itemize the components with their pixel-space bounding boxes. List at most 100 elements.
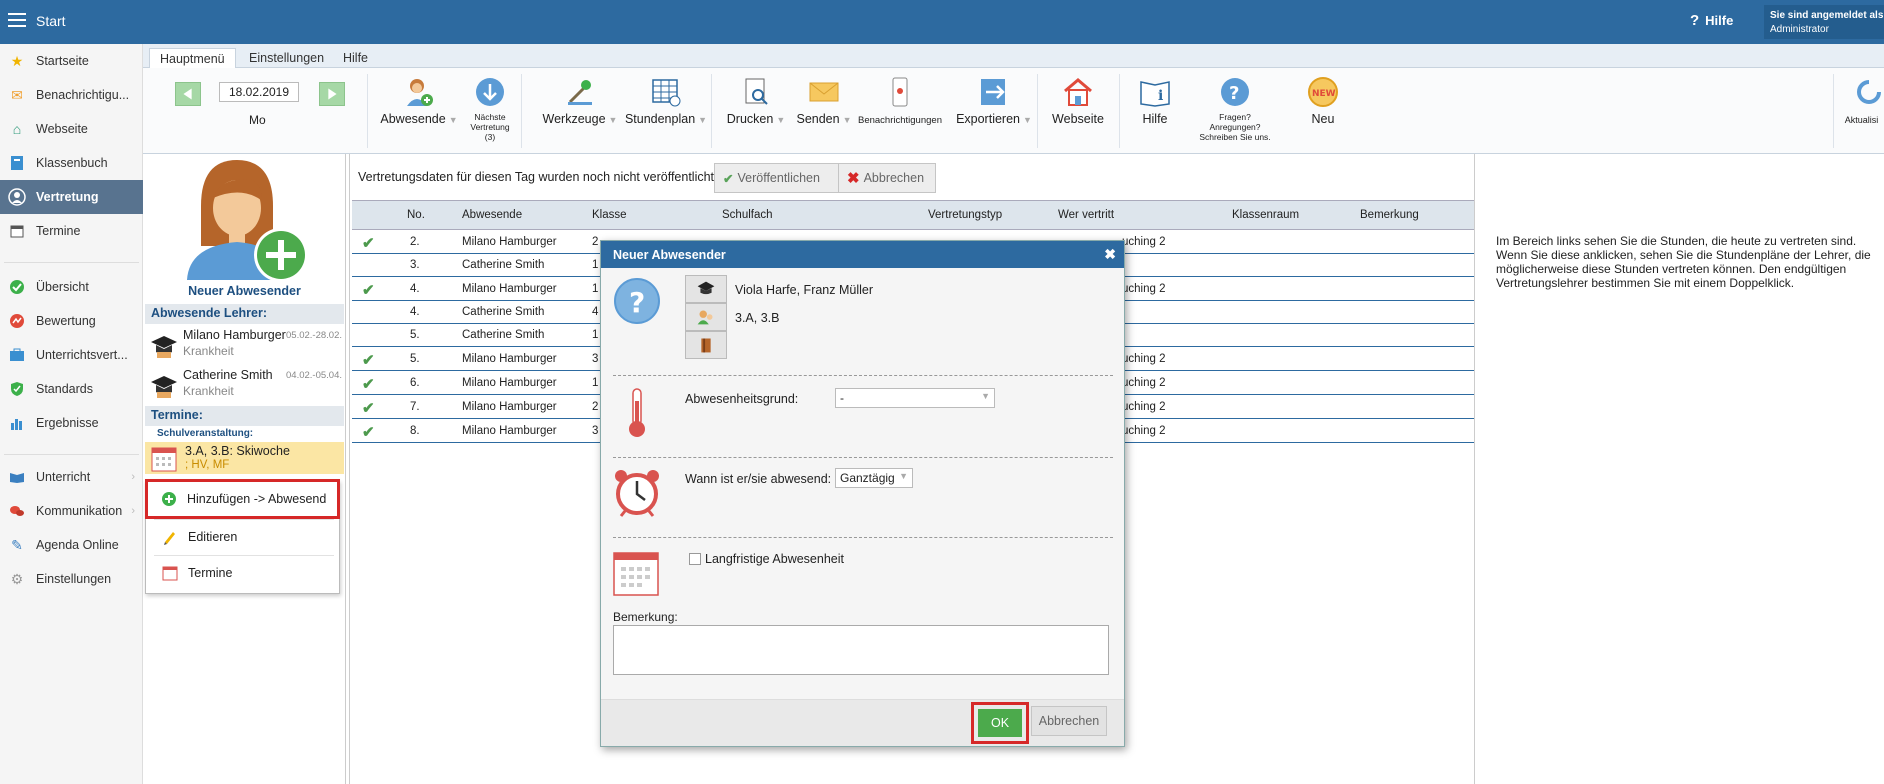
- table-cell-klasse: 3: [592, 425, 599, 437]
- column-header[interactable]: Klassenraum: [1232, 209, 1299, 221]
- export-button[interactable]: Exportieren ▼: [949, 76, 1039, 126]
- check-circle-icon: [8, 278, 26, 296]
- next-day-button[interactable]: [319, 82, 345, 106]
- sidebar-item-unterrichtsverteilung[interactable]: Unterrichtsvert...: [0, 338, 143, 372]
- sidebar-item-agenda-online[interactable]: ✎ Agenda Online: [0, 528, 143, 562]
- teacher-name: Catherine Smith: [183, 368, 273, 382]
- next-substitution-button[interactable]: Nächste Vertretung (3): [465, 76, 515, 142]
- svg-text:i: i: [1158, 88, 1163, 104]
- table-cell-klasse: 2: [592, 236, 599, 248]
- sidebar-item-kommunikation[interactable]: Kommunikation ›: [0, 494, 143, 528]
- sidebar-item-klassenbuch[interactable]: Klassenbuch: [0, 146, 143, 180]
- publish-button-label: Veröffentlichen: [737, 171, 820, 185]
- mobile-phone-icon: [884, 76, 916, 108]
- calendar-icon: [613, 551, 659, 597]
- sidebar-item-uebersicht[interactable]: Übersicht: [0, 270, 143, 304]
- events-heading: Termine:: [145, 406, 344, 426]
- tab-einstellungen[interactable]: Einstellungen: [239, 48, 334, 68]
- tools-button[interactable]: Werkzeuge ▼: [535, 76, 625, 126]
- column-header[interactable]: Klasse: [592, 209, 627, 221]
- sidebar-divider: [4, 262, 139, 263]
- column-header[interactable]: Abwesende: [462, 209, 522, 221]
- students-icon: [697, 310, 713, 325]
- hamburger-menu-icon[interactable]: [8, 13, 26, 29]
- column-header[interactable]: No.: [407, 209, 425, 221]
- home-icon: ⌂: [12, 121, 22, 137]
- column-header[interactable]: Schulfach: [722, 209, 773, 221]
- edit-menu-item[interactable]: Editieren: [146, 519, 339, 555]
- selected-classes: 3.A, 3.B: [735, 311, 780, 325]
- checkmark-icon: ✔: [362, 376, 375, 393]
- refresh-button[interactable]: Aktualisi: [1839, 76, 1884, 126]
- sidebar-item-bewertung[interactable]: Bewertung: [0, 304, 143, 338]
- dialog-divider: [613, 537, 1113, 538]
- print-button-label: Drucken: [726, 112, 774, 126]
- sidebar-item-unterricht[interactable]: Unterricht ›: [0, 460, 143, 494]
- sidebar-item-ergebnisse[interactable]: Ergebnisse: [0, 406, 143, 440]
- notifications-button[interactable]: Benachrichtigungen: [855, 76, 945, 126]
- menu-item-label: Editieren: [188, 530, 238, 544]
- long-term-checkbox[interactable]: [689, 553, 701, 565]
- column-header[interactable]: Wer vertritt: [1058, 209, 1114, 221]
- sidebar-item-webseite[interactable]: ⌂ Webseite: [0, 112, 143, 146]
- add-to-absent-menu-item[interactable]: Hinzufügen -> Abwesend: [145, 479, 340, 519]
- remark-textarea[interactable]: [613, 625, 1109, 675]
- login-status-text: Sie sind angemeldet als: [1770, 10, 1884, 21]
- ok-button[interactable]: OK: [978, 709, 1022, 737]
- date-field[interactable]: 18.02.2019: [219, 82, 299, 102]
- print-button[interactable]: Drucken ▼: [721, 76, 791, 126]
- cancel-button[interactable]: Abbrechen: [1031, 706, 1107, 736]
- dropdown-arrow-icon: ▼: [981, 391, 990, 401]
- close-icon[interactable]: ✖: [1104, 246, 1116, 263]
- absent-button[interactable]: Abwesende ▼: [379, 76, 459, 126]
- column-header[interactable]: Bemerkung: [1360, 209, 1419, 221]
- table-cell-no: 5.: [410, 353, 420, 365]
- sidebar-item-label: Einstellungen: [36, 572, 112, 586]
- send-button[interactable]: Senden ▼: [789, 76, 859, 126]
- new-absent-avatar-icon[interactable]: [181, 158, 311, 283]
- select-subjects-button[interactable]: [685, 331, 727, 359]
- long-term-label[interactable]: Langfristige Abwesenheit: [705, 552, 844, 566]
- previous-day-button[interactable]: [175, 82, 201, 106]
- sidebar-item-vertretung[interactable]: Vertretung: [0, 180, 143, 214]
- teacher-name: Milano Hamburger: [183, 328, 286, 342]
- absent-teacher-item[interactable]: Milano Hamburger Krankheit 05.02.-28.02.: [147, 326, 342, 364]
- sidebar-item-label: Termine: [36, 224, 81, 238]
- column-header[interactable]: Vertretungstyp: [928, 209, 1002, 221]
- next-substitution-label-1: Nächste: [474, 112, 506, 122]
- sidebar-item-standards[interactable]: Standards: [0, 372, 143, 406]
- svg-text:NEW: NEW: [1312, 89, 1336, 99]
- absence-reason-select[interactable]: - ▼: [835, 388, 995, 408]
- sidebar-item-label: Unterricht: [36, 470, 91, 484]
- new-absent-label[interactable]: Neuer Abwesender: [143, 284, 346, 298]
- timetable-button[interactable]: Stundenplan ▼: [619, 76, 713, 126]
- feedback-button[interactable]: ? Fragen? Anregungen? Schreiben Sie uns.: [1175, 76, 1295, 142]
- events-menu-item[interactable]: Termine: [146, 555, 339, 591]
- thermometer-icon: [623, 387, 651, 439]
- sidebar-item-termine[interactable]: Termine: [0, 214, 143, 248]
- event-item[interactable]: 3.A, 3.B: Skiwoche ; HV, MF: [145, 442, 344, 474]
- sidebar-item-benachrichtigungen[interactable]: ✉ Benachrichtigu...: [0, 78, 143, 112]
- select-classes-button[interactable]: [685, 303, 727, 331]
- absent-teacher-item[interactable]: Catherine Smith Krankheit 04.02.-05.04.: [147, 366, 342, 404]
- table-cell-absent: Catherine Smith: [462, 329, 545, 341]
- sidebar-item-einstellungen[interactable]: ⚙ Einstellungen: [0, 562, 143, 596]
- app-title[interactable]: Start: [36, 13, 66, 29]
- tab-hilfe[interactable]: Hilfe: [333, 48, 378, 68]
- website-button[interactable]: Webseite: [1043, 76, 1113, 126]
- select-teachers-button[interactable]: [685, 275, 727, 303]
- event-category: Schulveranstaltung:: [157, 428, 254, 439]
- sidebar-item-startseite[interactable]: ★ Startseite: [0, 44, 143, 78]
- login-info[interactable]: Sie sind angemeldet als Administrator: [1764, 5, 1884, 39]
- cancel-publish-button[interactable]: ✖ Abbrechen: [838, 163, 936, 193]
- tab-hauptmenu[interactable]: Hauptmenü: [149, 48, 236, 68]
- new-features-button[interactable]: NEW Neu: [1293, 76, 1353, 126]
- table-cell-klasse: 3: [592, 353, 599, 365]
- person-add-icon: [403, 76, 435, 108]
- absence-when-select[interactable]: Ganztägig ▼: [835, 468, 913, 488]
- publish-button[interactable]: ✔ Veröffentlichen: [714, 163, 840, 193]
- help-link[interactable]: ? Hilfe: [1690, 12, 1733, 29]
- arrow-down-circle-icon: [474, 76, 506, 108]
- export-icon: [978, 76, 1010, 108]
- calendar-icon: [8, 222, 26, 240]
